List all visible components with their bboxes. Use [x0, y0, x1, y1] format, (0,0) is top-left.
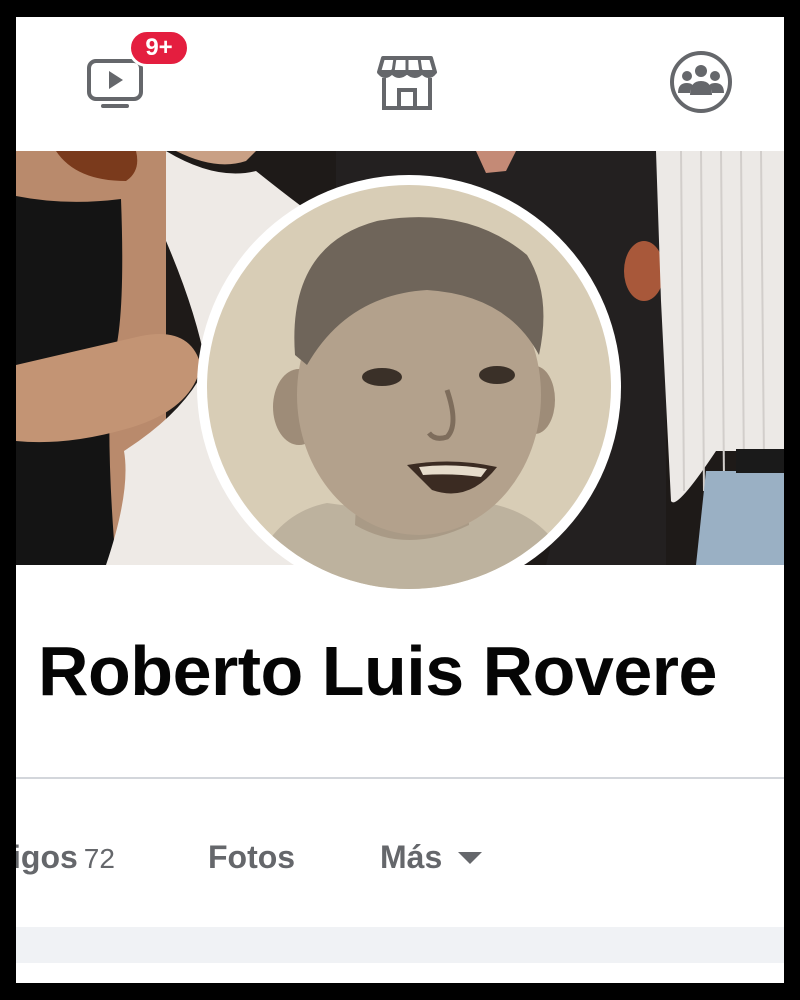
tab-friends[interactable]: igos 72 [16, 827, 115, 889]
groups-icon [670, 51, 732, 113]
section-divider [16, 777, 784, 779]
tab-photos-label: Fotos [208, 839, 296, 875]
tab-more-label: Más [380, 839, 443, 875]
profile-tabs: igos 72 Fotos Más [16, 827, 784, 887]
section-separator [16, 927, 784, 963]
mobile-profile-screen: 9+ Roberto Luis Rovere igos 72 Fotos Más [16, 17, 784, 983]
nav-groups-button[interactable] [666, 47, 736, 117]
tab-friends-label: igos [16, 839, 78, 875]
tab-more[interactable]: Más [380, 827, 483, 887]
profile-photo [207, 185, 611, 589]
marketplace-icon [377, 56, 437, 110]
top-navigation-bar: 9+ [16, 17, 784, 151]
tab-photos[interactable]: Fotos [208, 827, 295, 887]
notification-badge: 9+ [128, 29, 190, 67]
profile-name: Roberto Luis Rovere [38, 632, 717, 710]
next-section [16, 963, 784, 983]
profile-avatar[interactable] [197, 175, 621, 599]
friends-count: 72 [83, 843, 115, 874]
nav-marketplace-button[interactable] [372, 47, 442, 117]
caret-down-icon [458, 851, 483, 864]
